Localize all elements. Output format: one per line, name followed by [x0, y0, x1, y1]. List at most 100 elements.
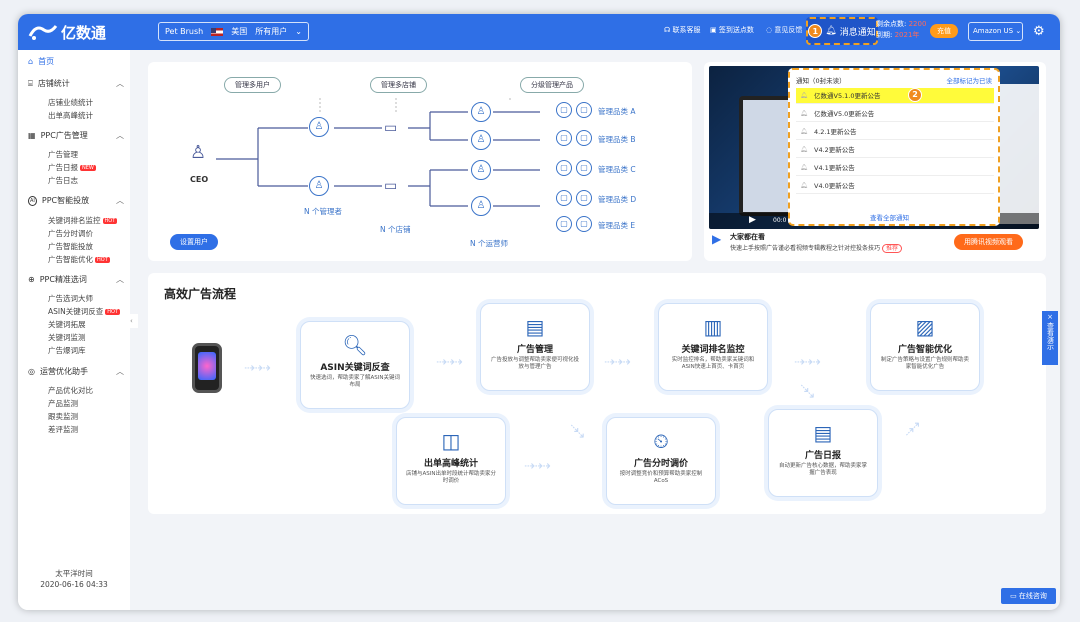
collapse-sidebar-icon[interactable]: ‹	[130, 314, 138, 328]
sidebar-group-store[interactable]: ⌸ 店铺统计	[28, 78, 70, 89]
app-window: 亿数通 Pet Brush 美国 所有用户 ⌄ ☊ 联系客服 ▣ 签到送点数 ◌…	[18, 14, 1060, 610]
sidebar-item-home[interactable]: ⌂ 首页	[28, 56, 54, 67]
sidebar-item[interactable]: 广告爆词库	[48, 345, 86, 356]
sidebar-group-ppc-smart[interactable]: AI PPC智能投放	[28, 195, 89, 206]
view-all-notifications-link[interactable]: 查看全部通知	[870, 212, 909, 222]
sidebar-item[interactable]: 广告日志	[48, 175, 78, 186]
notification-label: 消息通知	[839, 27, 876, 38]
balance-info: 剩余点数: 2200 到期: 2021年	[876, 20, 927, 39]
setup-users-button[interactable]: 设置用户	[170, 234, 218, 250]
notification-item[interactable]: 🔔︎ 4.2.1更新公告	[796, 124, 994, 140]
sidebar-item[interactable]: 差评监测	[48, 424, 78, 435]
online-chat-button[interactable]: ▭ 在线咨询	[1001, 588, 1056, 604]
marketplace-selector[interactable]: Amazon US ⌄	[968, 22, 1023, 41]
sidebar-item[interactable]: 出单高峰统计	[48, 110, 93, 121]
bar-chart-icon: ▥	[703, 315, 723, 339]
stores-label: N 个店铺	[380, 225, 411, 234]
notification-item[interactable]: 🔔︎ V4.0更新公告	[796, 178, 994, 194]
store-icon: ⌸	[28, 78, 33, 88]
operator-icon: ♙	[471, 102, 491, 122]
view-demo-tab[interactable]: × 查看演示	[1042, 311, 1058, 365]
headset-icon: ☊	[664, 26, 671, 34]
line-chart-icon: ◫	[441, 429, 461, 453]
close-icon: ×	[1047, 313, 1053, 321]
notification-item[interactable]: 🔔︎ 亿数通V5.0更新公告	[796, 106, 994, 122]
new-badge: NEW	[80, 165, 96, 171]
notification-header: 通知（0封未读）	[796, 77, 846, 85]
bell-icon: 🔔︎	[800, 182, 808, 189]
flow-step-time-bidding[interactable]: ⏲ 广告分时调价 按时调整竞价和预算帮助卖家控制ACoS	[606, 417, 716, 505]
sidebar-item[interactable]: 产品监测	[48, 398, 78, 409]
sidebar-item[interactable]: 广告智能投放	[48, 241, 93, 252]
flow-title: 高效广告流程	[164, 287, 237, 301]
notification-item[interactable]: 🔔︎ V4.1更新公告	[796, 160, 994, 176]
mark-all-read-link[interactable]: 全部标记为已读	[947, 75, 993, 85]
gear-icon[interactable]: ⚙	[1033, 24, 1045, 39]
notification-item[interactable]: 🔔︎ 亿数通V5.1.0更新公告 2	[796, 88, 994, 104]
category-label: 管理品类 E	[598, 221, 636, 230]
category-label: 管理品类 A	[598, 107, 636, 116]
magnifier-icon: 🔍︎	[342, 333, 368, 357]
feedback-link[interactable]: ◌ 意见反馈	[766, 25, 802, 35]
sidebar-group-ppc-manage[interactable]: ▦ PPC广告管理	[28, 130, 88, 141]
dress-icon: ▢	[576, 102, 592, 118]
ceo-label: CEO	[190, 175, 209, 184]
flow-step-peak-stats[interactable]: ◫ 出单高峰统计 店铺与ASIN出单时段统计帮助卖家分时调价	[396, 417, 506, 505]
contact-link[interactable]: ☊ 联系客服	[664, 25, 700, 35]
sidebar-item[interactable]: 关键词监测	[48, 332, 86, 343]
store-name: Pet Brush	[165, 27, 204, 36]
store-selector[interactable]: Pet Brush 美国 所有用户 ⌄	[158, 22, 309, 41]
brand-logo[interactable]: 亿数通	[28, 21, 106, 43]
hot-badge: HOT	[105, 309, 120, 315]
chevron-up-icon[interactable]: ︿	[116, 195, 124, 206]
flow-step-smart-optimize[interactable]: ▨ 广告智能优化 制定广告策略与设置广告规则帮助卖家智能优化广告	[870, 303, 980, 391]
monitor-icon: ▭	[384, 178, 398, 194]
phone-icon: ▢	[556, 160, 572, 176]
watch-video-button[interactable]: 用腾讯视频观看	[954, 234, 1023, 250]
sidebar: ⌂ 首页 ⌸ 店铺统计 ︿ 店铺业绩统计 出单高峰统计 ▦ PPC广告管理 ︿ 广告管…	[18, 50, 130, 610]
recharge-button[interactable]: 充值	[930, 24, 958, 38]
top-bar: 亿数通 Pet Brush 美国 所有用户 ⌄ ☊ 联系客服 ▣ 签到送点数 ◌…	[18, 14, 1060, 50]
play-icon[interactable]: ▶	[749, 215, 756, 225]
manager-icon: ♙	[309, 117, 329, 137]
chevron-down-icon: ⌄	[295, 27, 302, 36]
sidebar-group-ops[interactable]: ◎ 运营优化助手	[28, 366, 88, 377]
chevron-up-icon[interactable]: ︿	[116, 78, 124, 89]
clock-coin-icon: ⏲	[653, 429, 669, 453]
notification-button[interactable]: 1 🔔︎ 消息通知	[806, 17, 878, 45]
us-flag-icon	[211, 27, 224, 36]
report-icon: ▤	[813, 421, 833, 445]
bell-icon: 🔔︎	[800, 128, 808, 135]
bag-icon: ▢	[576, 130, 592, 146]
flow-step-asin-reverse[interactable]: 🔍︎ ASIN关键词反查 快速选词，帮助卖家了解ASIN关键词布局	[300, 321, 410, 409]
shirt-icon: ▢	[556, 102, 572, 118]
sidebar-item[interactable]: 广告智能优化 HOT	[48, 254, 110, 265]
sidebar-item[interactable]: 店铺业绩统计	[48, 97, 93, 108]
notification-item[interactable]: 🔔︎ V4.2更新公告	[796, 142, 994, 158]
sidebar-item[interactable]: 跟卖监测	[48, 411, 78, 422]
sidebar-item[interactable]: 广告日报 NEW	[48, 162, 96, 173]
ceo-person-icon: ♙	[190, 142, 207, 163]
chevron-up-icon[interactable]: ︿	[116, 274, 124, 285]
sidebar-item[interactable]: ASIN关键词反查 HOT	[48, 306, 120, 317]
sidebar-item[interactable]: 关键词排名监控 HOT	[48, 215, 118, 226]
pill-multi-store: 管理多店铺	[370, 77, 427, 93]
sidebar-item[interactable]: 广告管理	[48, 149, 78, 160]
sidebar-item[interactable]: 广告选词大师	[48, 293, 93, 304]
sidebar-group-keywords[interactable]: ⊕ PPC精准选词	[28, 274, 87, 285]
sidebar-item[interactable]: 广告分时调价	[48, 228, 93, 239]
chevron-up-icon[interactable]: ︿	[116, 130, 124, 141]
flow-step-daily-report[interactable]: ▤ 广告日报 自动更新广告核心数据，帮助卖家掌握广告表现	[768, 409, 878, 497]
bell-icon: 🔔︎	[800, 110, 808, 117]
flow-step-ad-manage[interactable]: ▤ 广告管理 广告投放与调整帮助卖家便可视化投放与管理广告	[480, 303, 590, 391]
signin-link[interactable]: ▣ 签到送点数	[710, 25, 754, 35]
arrow-icon: ⇢⇢⇢	[244, 361, 271, 376]
chevron-up-icon[interactable]: ︿	[116, 366, 124, 377]
video-title: 大家都在看	[730, 233, 765, 241]
sidebar-item[interactable]: 产品优化对比	[48, 385, 93, 396]
operator-icon: ♙	[471, 160, 491, 180]
flow-step-rank-monitor[interactable]: ▥ 关键词排名监控 实时监控排名，帮助卖家关键词和ASIN快速上首页、卡首页	[658, 303, 768, 391]
notification-dropdown: 通知（0封未读） 全部标记为已读 🔔︎ 亿数通V5.1.0更新公告 2 🔔︎ 亿数通…	[788, 68, 1000, 226]
sidebar-item[interactable]: 关键词拓展	[48, 319, 86, 330]
arrow-icon: ⇢⇢⇢	[794, 355, 821, 370]
